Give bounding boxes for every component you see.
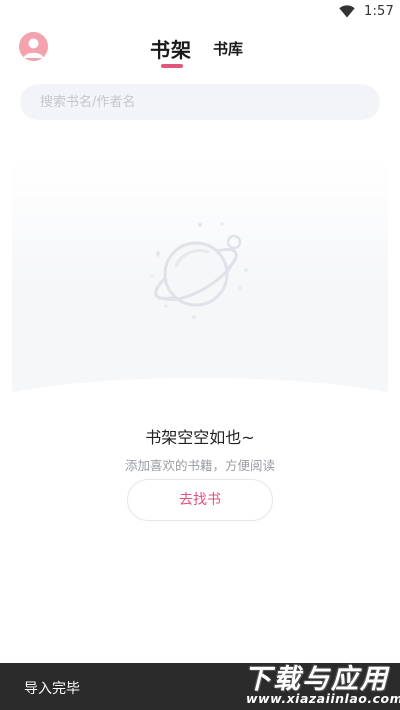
toast-message: 导入完毕 [24,681,80,697]
find-books-button[interactable]: 去找书 [127,479,273,521]
empty-state-title: 书架空空如也~ [145,428,255,447]
watermark-url: www.xiazaiinlao.com [246,691,400,706]
search-input[interactable] [20,84,380,120]
watermark-logo: 下载与应用 www.xiazaiinlao.com [236,653,400,710]
planet-icon [150,222,248,319]
status-time: 1:57 [364,4,394,19]
wifi-icon [339,5,355,18]
app-screen: 1:57 书架 书库 书架空空如也~ 添加喜欢的书籍，方便 [0,0,400,710]
avatar[interactable] [19,32,48,61]
tab-bookshelf[interactable]: 书架 [150,34,192,63]
active-tab-indicator [161,64,183,68]
status-bar: 1:57 [0,0,400,24]
empty-state-subtitle: 添加喜欢的书籍，方便阅读 [124,458,275,473]
tab-library[interactable]: 书库 [213,38,243,59]
avatar-icon [19,32,48,61]
